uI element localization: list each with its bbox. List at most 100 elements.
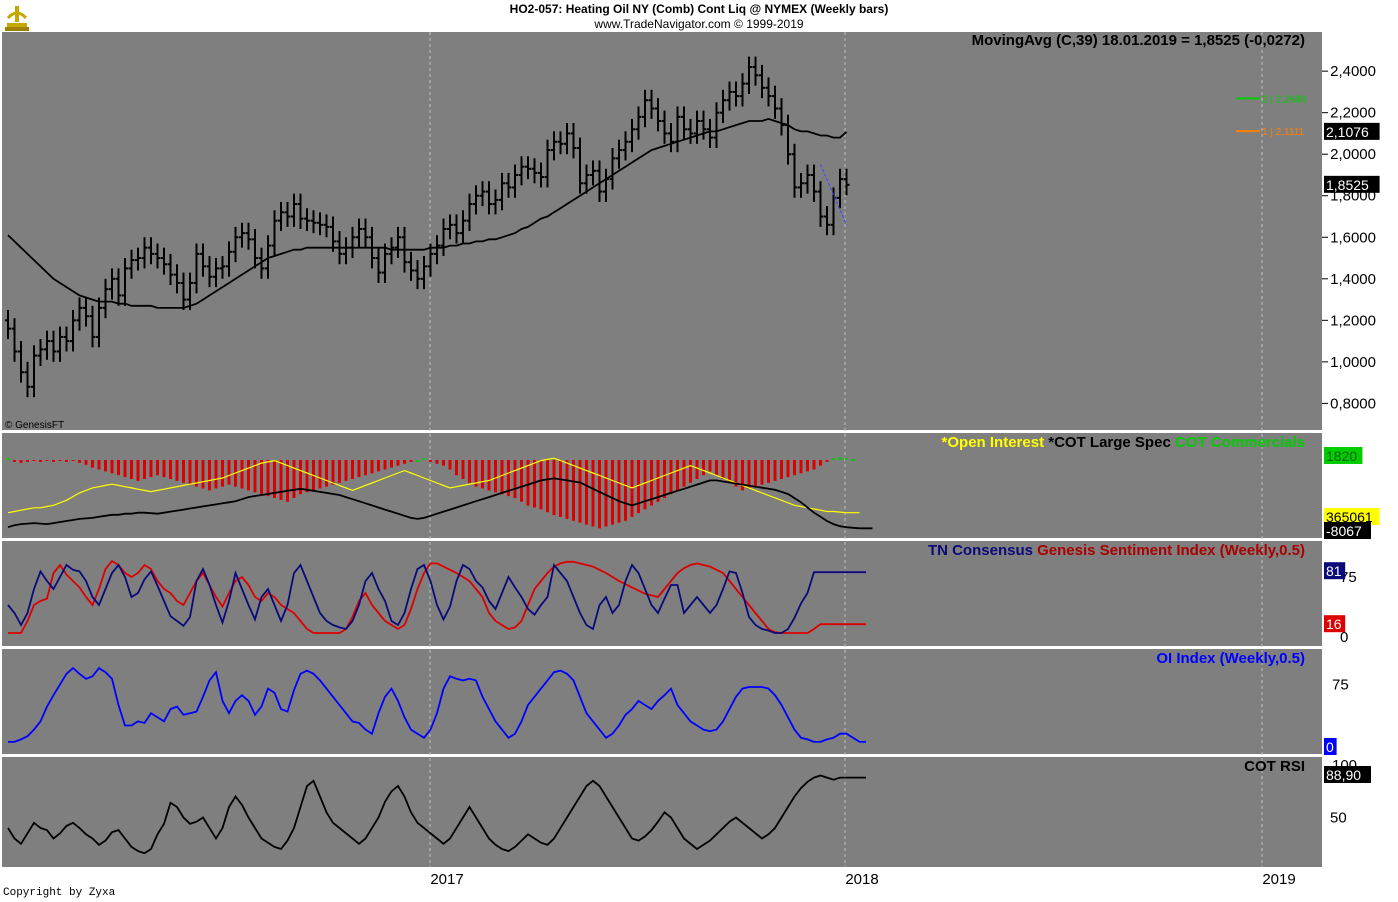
cot-commercials-bar: [331, 460, 335, 485]
cot-commercials-bar: [617, 460, 621, 523]
cot-commercials-bar: [572, 460, 575, 521]
cot-commercials-bar: [715, 460, 718, 476]
y-tick-label: 75: [1332, 677, 1349, 694]
sentiment-legend-item: Genesis Sentiment Index (Weekly,0.5): [1033, 542, 1305, 559]
cot-commercials-bar: [188, 460, 192, 485]
cot-commercials-bar: [338, 460, 341, 483]
cot-commercials-bar: [32, 460, 36, 461]
oi-index-value: 0: [1326, 739, 1334, 755]
cot-commercials-bar: [669, 460, 673, 495]
cot-commercials-bar: [123, 460, 127, 478]
cot-commercials-bar: [71, 460, 75, 461]
close-value-label: 1,8525: [1326, 177, 1369, 193]
cot-commercials-bar: [747, 460, 751, 489]
cot-commercials-bar: [169, 460, 172, 479]
chart-canvas: 2017 2018 20192,40002,20002,00001,80001,60…: [0, 32, 1398, 888]
cot-commercials-bar: [793, 460, 796, 476]
y-tick-label: 2,0000: [1330, 146, 1376, 163]
cot-commercials-bar: [702, 460, 705, 476]
cot-commercials-bar: [377, 460, 380, 472]
cot-commercials-bar: [481, 460, 484, 489]
cot-commercials-bar: [403, 460, 406, 464]
y-tick-label: 2,4000: [1330, 63, 1376, 80]
cot-commercials-bar: [344, 460, 348, 481]
cot-commercials-bar: [396, 460, 400, 466]
cot-commercials-bar: [104, 460, 107, 472]
cot-commercials-bar: [448, 460, 452, 470]
y-tick-label: 50: [1330, 810, 1347, 827]
cot-commercials-bar: [97, 460, 101, 470]
cot-commercials-bar: [26, 460, 29, 462]
cot-commercials-bar: [845, 458, 848, 461]
cot-commercials-bar: [390, 460, 393, 468]
cot-commercials-bar: [773, 460, 777, 481]
cot-commercials-bar: [65, 460, 68, 462]
cot-commercials-bar: [760, 460, 764, 485]
cot-legend-item: *COT Large Spec: [1044, 434, 1171, 451]
cot-commercials-bar: [838, 457, 842, 460]
y-tick-label: 2,2000: [1330, 105, 1376, 122]
cot-legend-item: *Open Interest: [942, 434, 1045, 451]
cot-commercials-bar: [442, 460, 445, 466]
cot-commercials-bar: [240, 460, 244, 489]
cot-commercials-bar: [182, 460, 185, 483]
cot-commercials-bar: [357, 460, 361, 478]
cot-large-spec-value: -8067: [1326, 523, 1362, 539]
cot-commercials-bar: [221, 460, 224, 487]
cot-commercials-bar: [591, 460, 595, 527]
cot-rsi-value: 88,90: [1326, 767, 1361, 783]
cot-commercials-bar: [767, 460, 770, 483]
x-tick-label: 2018: [845, 871, 878, 888]
cot-commercials-bar: [19, 460, 23, 463]
cot-commercials-bar: [429, 460, 432, 462]
cot-commercials-value: 1820: [1326, 448, 1357, 464]
cot-commercials-bar: [806, 460, 809, 472]
ma-value-label: 2,1076: [1326, 124, 1369, 140]
cot-commercials-bar: [6, 458, 10, 461]
cot-commercials-bar: [695, 460, 699, 479]
cot-commercials-bar: [513, 460, 517, 498]
cot-commercials-bar: [130, 460, 133, 479]
price-panel-title: MovingAvg (C,39) 18.01.2019 = 1,8525 (-0…: [972, 32, 1305, 49]
cot-commercials-bar: [364, 460, 367, 476]
cot-commercials-bar: [500, 460, 504, 495]
cot-commercials-bar: [409, 460, 413, 462]
copyright-text: Copyright by Zyxa: [3, 887, 116, 899]
cot-commercials-bar: [84, 460, 88, 465]
cot-commercials-bar: [851, 459, 855, 462]
cot-commercials-bar: [435, 460, 439, 464]
cot-commercials-bar: [526, 460, 530, 506]
cot-commercials-bar: [247, 460, 250, 491]
cot-commercials-bar: [624, 460, 627, 521]
cot-commercials-bar: [546, 460, 549, 513]
cot-commercials-bar: [819, 460, 822, 466]
cot-commercials-bar: [136, 460, 140, 481]
tn-consensus-value: 81: [1326, 563, 1342, 579]
cot-commercials-bar: [318, 460, 322, 489]
annotation-label: 2 | 2,2688: [1262, 94, 1307, 105]
y-tick-label: 0,8000: [1330, 395, 1376, 412]
cot-commercials-bar: [370, 460, 374, 474]
genesis-sentiment-value: 16: [1326, 616, 1342, 632]
cot-legend-item: COT Commercials: [1171, 434, 1305, 451]
cot-commercials-bar: [728, 460, 731, 483]
cot-commercials-bar: [780, 460, 783, 479]
cot-commercials-bar: [461, 460, 465, 479]
x-tick-label: 2019: [1262, 871, 1295, 888]
cot-commercials-bar: [279, 460, 283, 500]
cot-commercials-bar: [455, 460, 458, 476]
cot-commercials-bar: [676, 460, 679, 491]
sentiment-legend: TN Consensus Genesis Sentiment Index (We…: [928, 542, 1305, 559]
cot-commercials-bar: [305, 460, 309, 493]
panel-4: [2, 757, 1322, 867]
x-tick-label: 2017: [430, 871, 463, 888]
cot-commercials-bar: [149, 460, 153, 478]
annotation-label: 1 | 2,1111: [1262, 127, 1305, 138]
cot-commercials-bar: [786, 460, 790, 478]
cot-commercials-bar: [110, 460, 114, 474]
cot-commercials-bar: [799, 460, 803, 474]
cot-commercials-bar: [559, 460, 562, 517]
cot-commercials-bar: [656, 460, 660, 502]
cot-commercials-bar: [539, 460, 543, 510]
cot-commercials-bar: [227, 460, 231, 485]
